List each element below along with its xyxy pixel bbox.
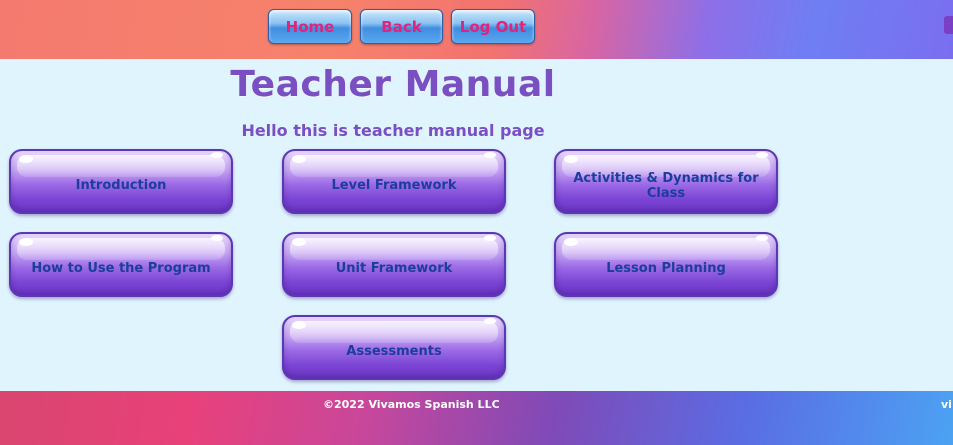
page-title: Teacher Manual bbox=[230, 64, 556, 105]
highlight-dot bbox=[484, 318, 496, 324]
assessments-button[interactable]: Assessments bbox=[282, 315, 506, 380]
button-label: Activities & Dynamics for Class bbox=[573, 170, 759, 201]
button-label: Introduction bbox=[75, 178, 167, 193]
button-label: Unit Framework bbox=[335, 261, 453, 276]
highlight-dot bbox=[292, 321, 306, 329]
activities-dynamics-button[interactable]: Activities & Dynamics for Class bbox=[554, 149, 778, 214]
introduction-button[interactable]: Introduction bbox=[9, 149, 233, 214]
highlight-dot bbox=[19, 155, 33, 163]
header-bar: Home Back Log Out bbox=[0, 0, 953, 59]
highlight-dot bbox=[564, 155, 578, 163]
highlight-dot bbox=[292, 238, 306, 246]
button-label: How to Use the Program bbox=[31, 261, 211, 276]
footer-edge-text: vi bbox=[941, 398, 952, 411]
button-gloss bbox=[290, 321, 498, 343]
how-to-use-button[interactable]: How to Use the Program bbox=[9, 232, 233, 297]
copyright-text: ©2022 Vivamos Spanish LLC bbox=[323, 398, 500, 411]
button-label: Lesson Planning bbox=[606, 261, 726, 276]
highlight-dot bbox=[484, 235, 496, 241]
button-gloss bbox=[17, 155, 225, 177]
highlight-dot bbox=[19, 238, 33, 246]
lesson-planning-button[interactable]: Lesson Planning bbox=[554, 232, 778, 297]
home-button[interactable]: Home bbox=[268, 9, 352, 44]
button-gloss bbox=[290, 238, 498, 260]
back-button[interactable]: Back bbox=[360, 9, 443, 44]
button-gloss bbox=[562, 238, 770, 260]
highlight-dot bbox=[211, 235, 223, 241]
highlight-dot bbox=[564, 238, 578, 246]
button-gloss bbox=[17, 238, 225, 260]
button-label: Level Framework bbox=[331, 178, 457, 193]
page-subtitle: Hello this is teacher manual page bbox=[241, 121, 545, 140]
button-label: Assessments bbox=[346, 344, 442, 359]
highlight-dot bbox=[756, 152, 768, 158]
level-framework-button[interactable]: Level Framework bbox=[282, 149, 506, 214]
highlight-dot bbox=[211, 152, 223, 158]
unit-framework-button[interactable]: Unit Framework bbox=[282, 232, 506, 297]
logout-button[interactable]: Log Out bbox=[451, 9, 535, 44]
button-gloss bbox=[290, 155, 498, 177]
menu-icon[interactable] bbox=[944, 16, 953, 34]
highlight-dot bbox=[292, 155, 306, 163]
highlight-dot bbox=[484, 152, 496, 158]
highlight-dot bbox=[756, 235, 768, 241]
footer-bar: ©2022 Vivamos Spanish LLC vi bbox=[0, 391, 953, 445]
